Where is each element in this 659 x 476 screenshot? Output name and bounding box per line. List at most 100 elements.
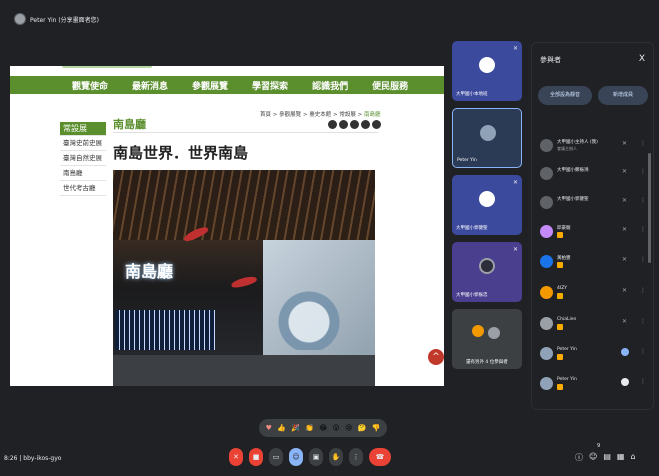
mic-off-icon[interactable]: ✕: [622, 197, 627, 204]
badge: [557, 354, 563, 360]
more-options-icon[interactable]: ⋮: [640, 168, 646, 175]
participant-row[interactable]: 邱豪駿 ✕ ⋮: [540, 223, 650, 241]
side-menu-item[interactable]: 南島廳: [60, 166, 106, 181]
more-options-icon[interactable]: ⋮: [640, 378, 646, 385]
speaking-icon: [621, 378, 629, 386]
nav-item[interactable]: 最新消息: [132, 79, 168, 92]
mic-off-icon[interactable]: ✕: [229, 448, 243, 466]
avatar: [540, 196, 553, 209]
photo-sign: 南島廳: [125, 262, 174, 281]
end-call-button[interactable]: ☎: [369, 448, 391, 466]
nav-item[interactable]: 便民服務: [372, 79, 408, 92]
side-menu-item[interactable]: 世代考古廳: [60, 181, 106, 196]
mic-off-icon[interactable]: ✕: [622, 287, 627, 294]
nav-item[interactable]: 參觀展覽: [192, 79, 228, 92]
page-heading: 南島世界．世界南島: [113, 144, 249, 162]
reactions-bar: ♥ 👍 🎉 👏 😂 😮 😢 🤔 👎: [259, 419, 387, 437]
captions-icon[interactable]: ▭: [269, 448, 283, 466]
participant-row[interactable]: 大甲國小郭健聖 ✕ ⋮: [540, 194, 650, 212]
participant-tile[interactable]: Peter Yin: [452, 108, 522, 168]
avatar: [479, 57, 495, 73]
presenter-avatar: [14, 13, 26, 25]
tile-name: 大甲國小郭健聖: [456, 226, 488, 231]
participant-row[interactable]: ChiaLien ✕ ⋮: [540, 315, 650, 333]
party-icon[interactable]: 🎉: [291, 424, 300, 432]
more-options-icon[interactable]: ⋮: [640, 287, 646, 294]
participant-row[interactable]: 大甲國小鄭振鴻 ✕ ⋮: [540, 165, 650, 183]
exhibition-photo: 南島廳: [113, 170, 375, 386]
mute-all-button[interactable]: 全部設為靜音: [538, 86, 592, 105]
clap-icon[interactable]: 👏: [305, 424, 314, 432]
surprised-icon[interactable]: 😮: [333, 424, 340, 432]
avatar: [540, 167, 553, 180]
info-icon[interactable]: ⓘ: [575, 452, 583, 463]
site-navbar: 觀覽使命 最新消息 參觀展覽 學習探索 認識我們 便民服務: [10, 76, 444, 94]
thumbs-down-icon[interactable]: 👎: [372, 424, 381, 432]
mic-off-icon[interactable]: ✕: [622, 168, 627, 175]
activities-icon[interactable]: ▦: [617, 452, 625, 463]
share-icons: [328, 120, 381, 129]
add-people-button[interactable]: 新增成員: [598, 86, 648, 105]
share-icon[interactable]: [372, 120, 381, 129]
more-options-icon[interactable]: ⋮: [640, 256, 646, 263]
share-icon[interactable]: [328, 120, 337, 129]
side-menu-item[interactable]: 常設展: [60, 122, 106, 136]
chat-icon[interactable]: ▤: [603, 452, 611, 463]
more-options-icon[interactable]: ⋮: [640, 140, 646, 147]
camera-off-icon[interactable]: ■: [249, 448, 263, 466]
participant-row[interactable]: 黃柏豐 ✕ ⋮: [540, 253, 650, 271]
present-icon[interactable]: ▣: [309, 448, 323, 466]
mic-off-icon: ✕: [512, 246, 518, 253]
people-icon[interactable]: ☺: [589, 452, 597, 463]
participant-tile[interactable]: ✕ 大甲國小郭健聖: [452, 175, 522, 235]
participant-row[interactable]: Peter Yin ⋮: [540, 375, 650, 393]
mic-off-icon[interactable]: ✕: [622, 226, 627, 233]
nav-item[interactable]: 觀覽使命: [72, 79, 108, 92]
nav-item[interactable]: 學習探索: [252, 79, 288, 92]
breadcrumb-path[interactable]: 首頁 > 參觀展覽 > 臺史本館 > 常設展 >: [260, 112, 362, 118]
more-options-icon[interactable]: ⋮: [640, 348, 646, 355]
thumbs-up-icon[interactable]: 👍: [277, 424, 286, 432]
breadcrumb-current: 南島廳: [363, 112, 381, 118]
share-icon[interactable]: [339, 120, 348, 129]
participant-tile[interactable]: ✕ 大甲國小郭振忠: [452, 242, 522, 302]
participant-row[interactable]: Peter Yin ⋮: [540, 345, 650, 363]
mic-off-icon[interactable]: ✕: [622, 318, 627, 325]
presenter-label: Peter Yin (分享畫面者您): [30, 16, 100, 24]
badge: [557, 262, 563, 268]
avatar: [472, 325, 484, 337]
meeting-code: 8:26 | bby-ikos-gyo: [4, 455, 62, 462]
share-icon[interactable]: [350, 120, 359, 129]
lock-icon[interactable]: ⌂: [630, 452, 635, 463]
mic-off-icon[interactable]: ✕: [622, 140, 627, 147]
mic-off-icon: ✕: [512, 179, 518, 186]
participant-tile[interactable]: ✕ 大甲國小本地班: [452, 41, 522, 101]
thinking-icon[interactable]: 🤔: [358, 424, 367, 432]
participant-row[interactable]: 4IZY ✕ ⋮: [540, 284, 650, 302]
meet-window: Peter Yin (分享畫面者您) 觀覽使命 最新消息 參觀展覽 學習探索 認…: [0, 0, 659, 476]
laugh-icon[interactable]: 😂: [319, 424, 327, 432]
more-options-icon[interactable]: ⋮: [640, 226, 646, 233]
scroll-top-button[interactable]: ^: [428, 349, 444, 365]
tile-name: Peter Yin: [457, 158, 477, 163]
avatar: [540, 347, 553, 360]
more-options-icon[interactable]: ⋮: [640, 197, 646, 204]
participant-row[interactable]: 大甲國小主持人 (我) 會議主辦人 ✕ ⋮: [540, 137, 650, 155]
nav-item[interactable]: 認識我們: [312, 79, 348, 92]
side-menu-item[interactable]: 臺灣史前史展: [60, 136, 106, 151]
people-panel: 參與者 X 全部設為靜音 新增成員 大甲國小主持人 (我) 會議主辦人 ✕ ⋮ …: [531, 42, 654, 410]
mic-off-icon[interactable]: ✕: [622, 256, 627, 263]
avatar: [540, 377, 553, 390]
site-logo: [62, 66, 152, 68]
raise-hand-icon[interactable]: ✋: [329, 448, 343, 466]
heart-icon[interactable]: ♥: [266, 424, 272, 432]
close-icon[interactable]: X: [639, 54, 645, 64]
share-icon[interactable]: [361, 120, 370, 129]
side-menu-item[interactable]: 臺灣自然史展: [60, 151, 106, 166]
more-participants-tile[interactable]: 還有另外 4 位參與者: [452, 309, 522, 369]
more-options-icon[interactable]: ⋮: [349, 448, 363, 466]
reactions-icon[interactable]: ☺: [289, 448, 303, 466]
side-controls: ⓘ ☺ 9 ▤ ▦ ⌂: [575, 443, 636, 463]
more-options-icon[interactable]: ⋮: [640, 318, 646, 325]
sad-icon[interactable]: 😢: [345, 424, 352, 432]
